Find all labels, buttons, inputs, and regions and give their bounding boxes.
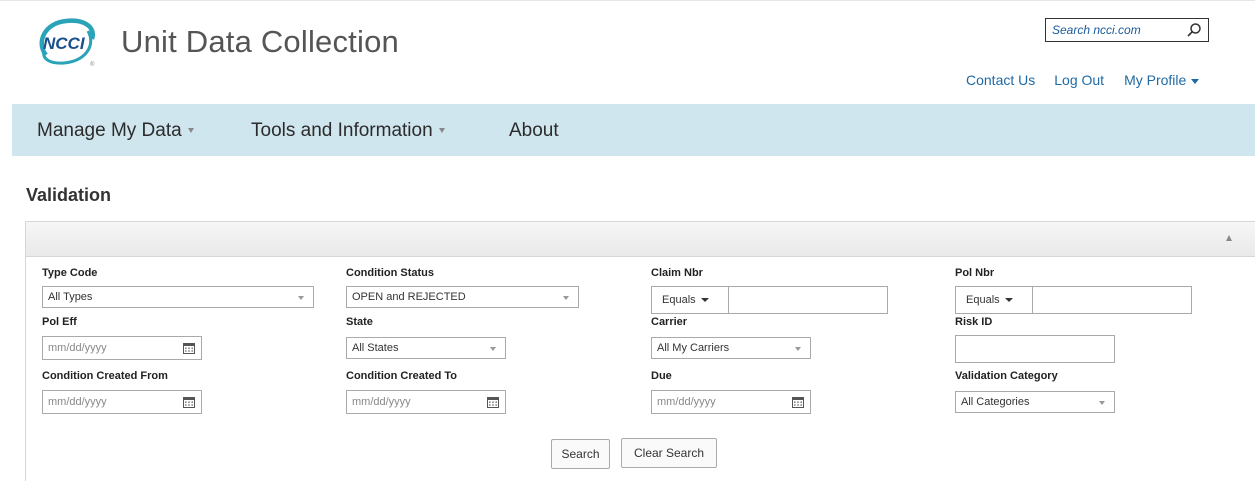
validation-category-select[interactable]: All Categories: [955, 391, 1115, 413]
condition-created-from-label: Condition Created From: [42, 370, 168, 382]
claim-nbr-input[interactable]: [728, 286, 888, 314]
pol-nbr-operator-button[interactable]: Equals: [955, 286, 1032, 314]
condition-created-from-date-input[interactable]: mm/dd/yyyy: [42, 390, 202, 414]
clear-search-button[interactable]: Clear Search: [621, 438, 717, 468]
dropdown-arrow-icon: [298, 296, 304, 300]
carrier-label: Carrier: [651, 316, 688, 328]
type-code-label: Type Code: [42, 267, 98, 279]
pol-eff-date-input[interactable]: mm/dd/yyyy: [42, 336, 202, 360]
top-rule: [0, 0, 1255, 5]
dropdown-arrow-icon: [490, 347, 496, 351]
svg-text:®: ®: [90, 61, 95, 67]
main-nav: Manage My Data Tools and Information Abo…: [12, 104, 1255, 156]
state-select[interactable]: All States: [346, 337, 506, 359]
logo-text: NCCI: [43, 34, 86, 53]
condition-created-to-date-input[interactable]: mm/dd/yyyy: [346, 390, 506, 414]
log-out-link[interactable]: Log Out: [1054, 72, 1104, 88]
collapse-icon[interactable]: [1226, 235, 1232, 241]
pol-nbr-input[interactable]: [1032, 286, 1192, 314]
carrier-select[interactable]: All My Carriers: [651, 337, 811, 359]
calendar-icon[interactable]: [792, 396, 804, 408]
condition-status-label: Condition Status: [346, 267, 434, 279]
contact-us-link[interactable]: Contact Us: [966, 72, 1035, 88]
due-date-input[interactable]: mm/dd/yyyy: [651, 390, 811, 414]
type-code-select[interactable]: All Types: [42, 286, 314, 308]
nav-item-manage-my-data[interactable]: Manage My Data: [37, 120, 194, 142]
utility-links: Contact Us Log Out My Profile: [966, 72, 1200, 88]
due-label: Due: [651, 370, 672, 382]
state-label: State: [346, 316, 373, 328]
calendar-icon[interactable]: [183, 396, 195, 408]
search-icon[interactable]: [1186, 22, 1202, 38]
calendar-icon[interactable]: [487, 396, 499, 408]
page-title: Validation: [26, 185, 112, 205]
condition-status-select[interactable]: OPEN and REJECTED: [346, 286, 579, 308]
search-input[interactable]: [1052, 20, 1182, 40]
pol-eff-label: Pol Eff: [42, 316, 77, 328]
pol-nbr-label: Pol Nbr: [955, 267, 995, 279]
nav-item-tools-and-information[interactable]: Tools and Information: [251, 120, 445, 142]
dropdown-arrow-icon: [563, 296, 569, 300]
site-search: [1045, 18, 1209, 42]
search-button[interactable]: Search: [551, 439, 610, 469]
search-panel: Type Code All Types Condition Status OPE…: [25, 221, 1255, 481]
claim-nbr-label: Claim Nbr: [651, 267, 703, 279]
nav-item-about[interactable]: About: [509, 120, 559, 142]
validation-category-label: Validation Category: [955, 370, 1058, 382]
calendar-icon[interactable]: [183, 342, 195, 354]
chevron-down-icon: [187, 128, 194, 134]
claim-nbr-operator-button[interactable]: Equals: [651, 286, 728, 314]
risk-id-input[interactable]: [955, 335, 1115, 363]
risk-id-label: Risk ID: [955, 316, 993, 328]
chevron-down-icon: [700, 298, 709, 303]
app-title: Unit Data Collection: [121, 24, 399, 59]
my-profile-menu[interactable]: My Profile: [1124, 72, 1200, 88]
panel-header: [26, 222, 1255, 257]
chevron-down-icon: [1191, 78, 1200, 84]
dropdown-arrow-icon: [795, 347, 801, 351]
chevron-down-icon: [438, 128, 445, 134]
my-profile-label: My Profile: [1124, 72, 1187, 88]
condition-created-to-label: Condition Created To: [346, 370, 458, 382]
dropdown-arrow-icon: [1099, 401, 1105, 405]
chevron-down-icon: [1004, 298, 1013, 303]
ncci-logo-icon[interactable]: NCCI ®: [36, 17, 98, 67]
